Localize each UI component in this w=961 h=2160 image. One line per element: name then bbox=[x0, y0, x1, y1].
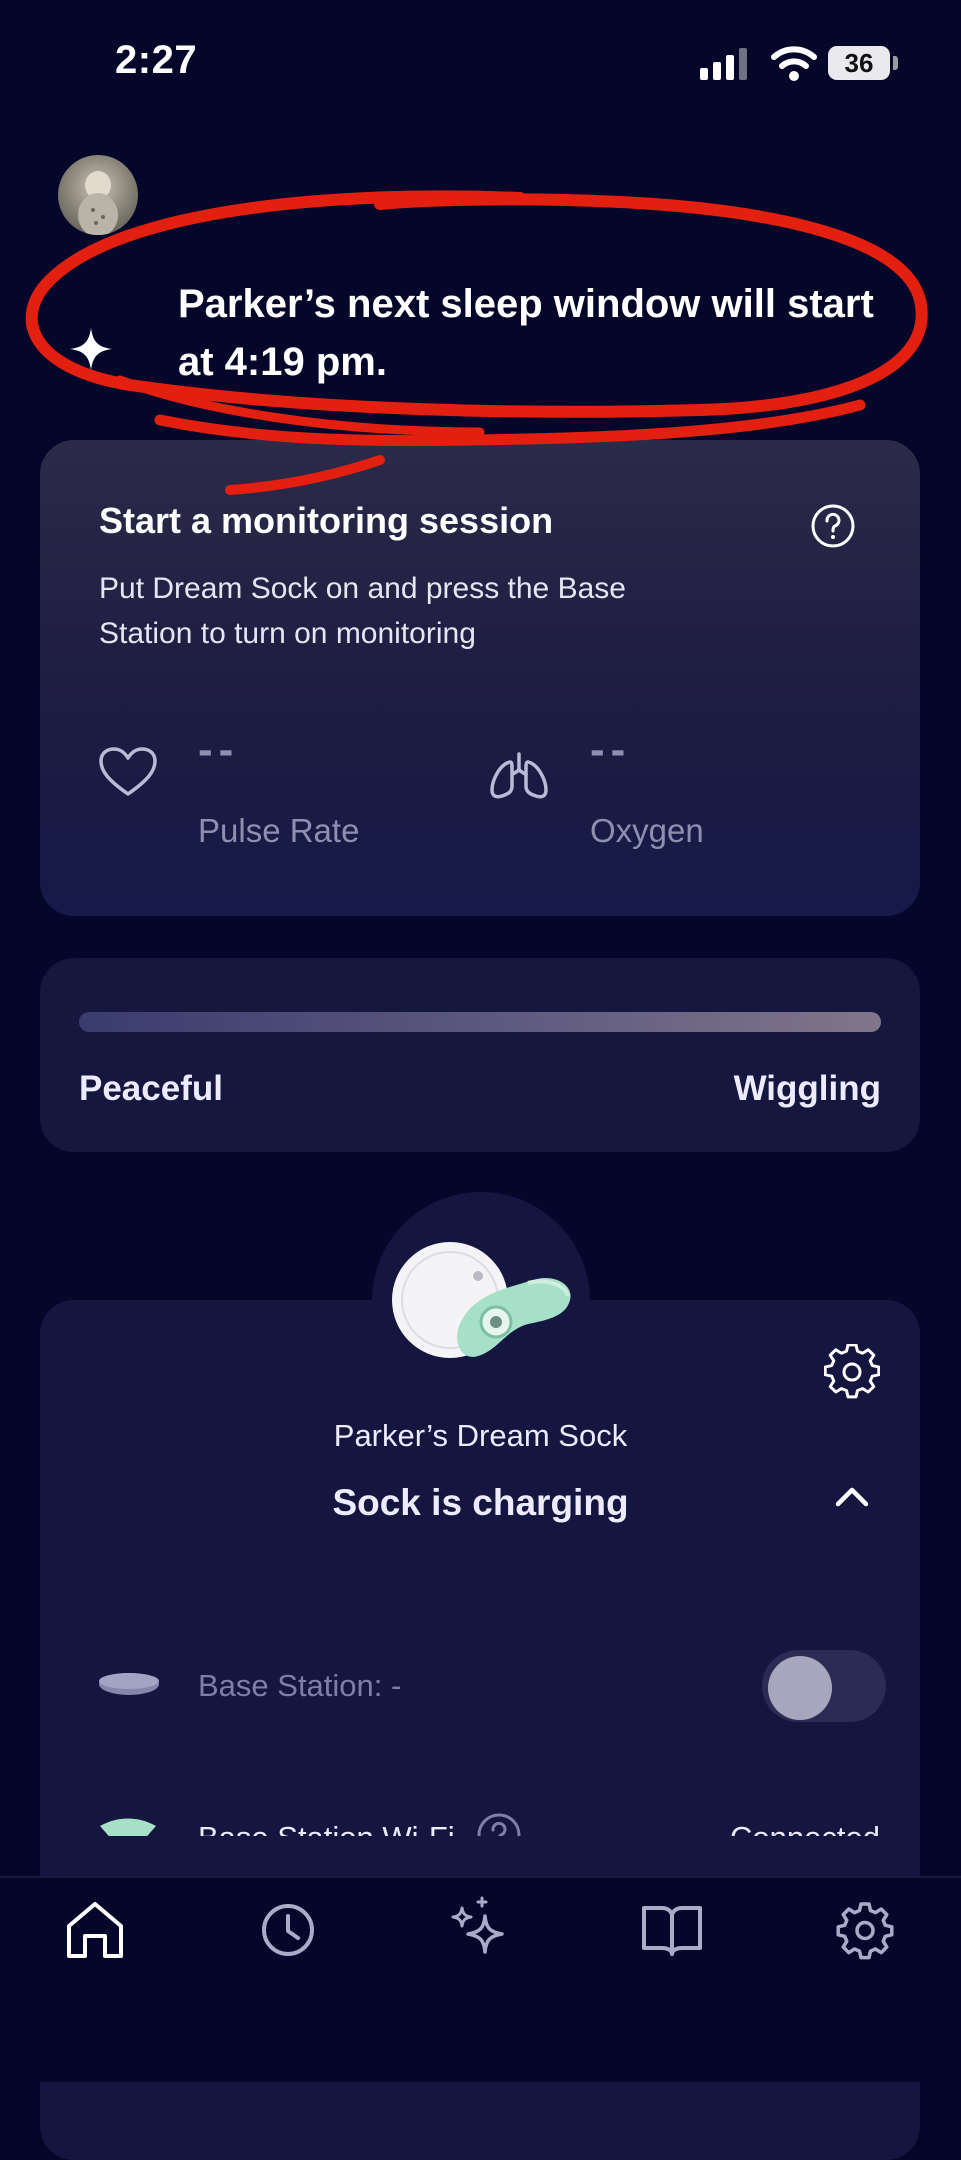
sleep-window-banner[interactable]: Parker’s next sleep window will start at… bbox=[178, 275, 878, 391]
sock-name: Parker’s Dream Sock bbox=[333, 1418, 628, 1453]
help-icon[interactable] bbox=[810, 503, 856, 549]
base-station-toggle-knob[interactable] bbox=[768, 1656, 832, 1720]
battery-indicator: 36 bbox=[828, 46, 890, 80]
tab-insights[interactable] bbox=[440, 1890, 520, 1970]
sock-status: Sock is charging bbox=[332, 1482, 629, 1523]
tab-settings[interactable] bbox=[825, 1890, 905, 1970]
avatar-photo bbox=[78, 171, 118, 235]
tab-home[interactable] bbox=[55, 1890, 135, 1970]
sock-settings-gear-icon[interactable] bbox=[824, 1344, 880, 1400]
monitoring-description: Put Dream Sock on and press the Base Sta… bbox=[99, 572, 626, 650]
tab-history[interactable] bbox=[248, 1890, 328, 1970]
base-station-label: Base Station: - bbox=[198, 1668, 402, 1703]
status-time: 2:27 bbox=[115, 38, 198, 82]
movement-wiggling-label: Wiggling bbox=[733, 1069, 881, 1108]
base-station-icon bbox=[99, 1673, 159, 1695]
lungs-icon bbox=[490, 752, 548, 799]
base-station-wifi-status: Connected bbox=[730, 1820, 880, 1836]
base-station-wifi-label: Base Station Wi-Fi bbox=[198, 1820, 455, 1836]
wifi-icon bbox=[771, 46, 817, 81]
dream-sock-image bbox=[392, 1242, 571, 1358]
oxygen-label: Oxygen bbox=[590, 812, 704, 849]
monitoring-title: Start a monitoring session bbox=[99, 500, 554, 541]
battery-nub bbox=[893, 56, 898, 70]
baby-avatar[interactable] bbox=[58, 155, 138, 235]
base-station-wifi-row: Base Station Wi-Fi Connected bbox=[40, 1760, 920, 1836]
pulse-rate-value: -- bbox=[198, 725, 240, 774]
cellular-signal-icon bbox=[700, 48, 747, 80]
movement-bar bbox=[79, 1012, 881, 1032]
home-icon bbox=[67, 1902, 123, 1958]
heart-icon bbox=[99, 747, 157, 796]
pulse-rate-label: Pulse Rate bbox=[198, 812, 360, 849]
sparkle-icon bbox=[70, 328, 112, 370]
history-icon bbox=[262, 1904, 314, 1956]
base-station-wifi-icon bbox=[100, 1818, 156, 1836]
movement-peaceful-label: Peaceful bbox=[79, 1069, 223, 1108]
settings-icon bbox=[836, 1902, 894, 1960]
chevron-up-icon[interactable] bbox=[832, 1480, 872, 1510]
movement-card bbox=[40, 958, 920, 1152]
book-icon bbox=[642, 1906, 702, 1956]
wifi-help-icon[interactable] bbox=[476, 1812, 522, 1836]
tab-library[interactable] bbox=[632, 1890, 712, 1970]
oxygen-value: -- bbox=[590, 725, 632, 774]
sparkles-icon bbox=[451, 1896, 504, 1954]
